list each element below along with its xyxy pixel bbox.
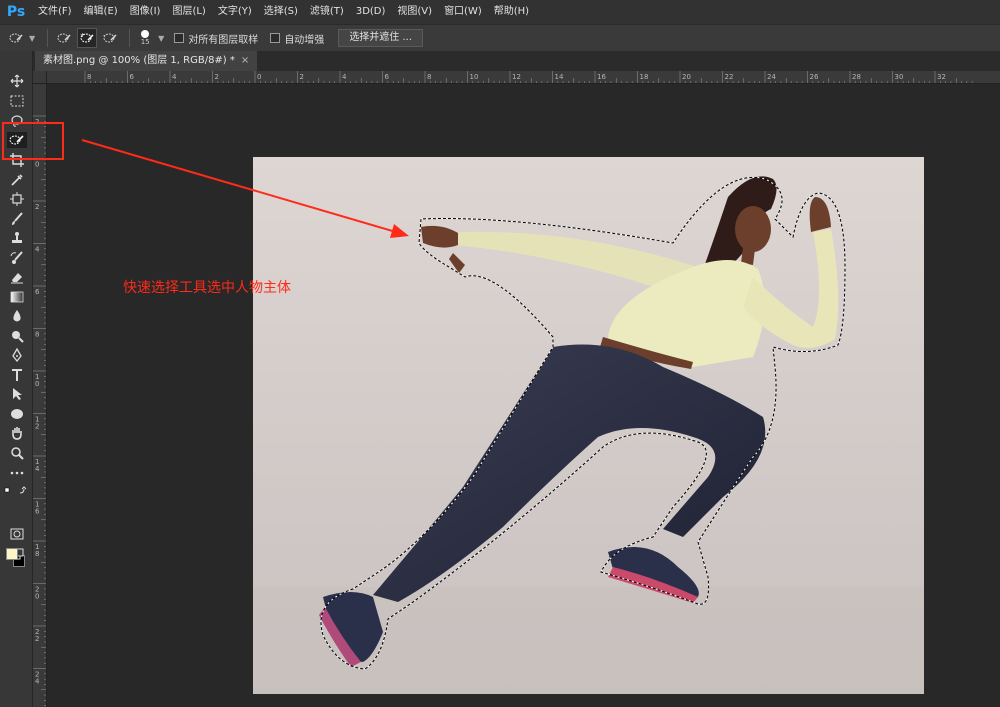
menu-filter[interactable]: 滤镜(T) — [304, 0, 350, 24]
auto-enhance-checkbox[interactable] — [270, 33, 281, 43]
history-brush-tool-icon[interactable] — [7, 250, 27, 266]
menu-view[interactable]: 视图(V) — [391, 0, 438, 24]
annotation-highlight-box — [2, 122, 64, 160]
vertical-ruler[interactable]: 2024681012141618202224 — [33, 84, 47, 707]
ruler-label: 26 — [810, 73, 819, 81]
ruler-label: 4 — [35, 678, 40, 686]
ruler-label: 12 — [512, 73, 521, 81]
marquee-tool-icon[interactable] — [7, 93, 27, 109]
ruler-label: 0 — [35, 161, 39, 169]
gradient-tool-icon[interactable] — [7, 289, 27, 305]
ruler-label: 8 — [35, 331, 39, 339]
menu-file[interactable]: 文件(F) — [32, 0, 78, 24]
ruler-label: 22 — [725, 73, 734, 81]
document-tab-title: 素材图.png @ 100% (图层 1, RGB/8#) * — [43, 55, 235, 66]
brush-size-value: 15 — [140, 37, 150, 46]
menu-type[interactable]: 文字(Y) — [212, 0, 258, 24]
tool-preset-picker-icon[interactable] — [6, 28, 26, 48]
chevron-down-icon[interactable]: ▼ — [158, 34, 164, 43]
photoshop-logo: Ps — [6, 4, 26, 20]
ruler-label: 2 — [35, 203, 39, 211]
menu-image[interactable]: 图像(I) — [124, 0, 167, 24]
document-image[interactable] — [253, 157, 924, 694]
zoom-tool-icon[interactable] — [7, 445, 27, 461]
brush-size-picker[interactable]: 15 — [136, 29, 154, 47]
sample-all-layers-checkbox[interactable] — [174, 33, 185, 43]
path-selection-tool-icon[interactable] — [7, 386, 27, 402]
new-selection-icon[interactable] — [54, 28, 74, 48]
type-tool-icon[interactable] — [7, 367, 27, 383]
annotation-label: 快速选择工具选中人物主体 — [123, 280, 291, 296]
ruler-label: 6 — [385, 73, 390, 81]
eyedropper-tool-icon[interactable] — [7, 172, 27, 188]
close-icon[interactable]: × — [241, 51, 249, 71]
ruler-label: 16 — [597, 73, 606, 81]
divider — [129, 29, 131, 47]
select-and-mask-button[interactable]: 选择并遮住 ... — [338, 29, 424, 47]
ellipse-tool-icon[interactable] — [7, 406, 27, 422]
ruler-label: 8 — [427, 73, 431, 81]
ruler-label: 10 — [470, 73, 479, 81]
menu-bar: Ps 文件(F) 编辑(E) 图像(I) 图层(L) 文字(Y) 选择(S) 滤… — [0, 0, 1000, 24]
svg-text:-: - — [103, 32, 105, 39]
move-tool-icon[interactable] — [7, 73, 27, 89]
pen-tool-icon[interactable] — [7, 347, 27, 363]
ruler-label: 14 — [555, 73, 564, 81]
ruler-label: 6 — [130, 73, 135, 81]
swap-colors-icon[interactable] — [3, 483, 29, 499]
document-tab[interactable]: 素材图.png @ 100% (图层 1, RGB/8#) * × — [35, 51, 258, 71]
menu-edit[interactable]: 编辑(E) — [78, 0, 124, 24]
divider — [47, 29, 49, 47]
ruler-label: 6 — [35, 508, 40, 516]
ruler-label: 18 — [640, 73, 649, 81]
brush-tip-icon — [141, 29, 150, 38]
ruler-label: 8 — [87, 73, 91, 81]
menu-window[interactable]: 窗口(W) — [438, 0, 488, 24]
ruler-label: 2 — [300, 73, 304, 81]
ruler-label: 32 — [937, 73, 946, 81]
ruler-label: 4 — [35, 246, 40, 254]
ruler-label: 4 — [172, 73, 177, 81]
blur-tool-icon[interactable] — [7, 308, 27, 324]
menu-layer[interactable]: 图层(L) — [166, 0, 211, 24]
quick-mask-icon[interactable] — [7, 526, 27, 542]
more-tools-icon[interactable] — [7, 465, 27, 481]
ruler-origin[interactable] — [33, 71, 47, 84]
brush-tool-icon[interactable] — [7, 211, 27, 227]
menu-help[interactable]: 帮助(H) — [488, 0, 535, 24]
ruler-label: 6 — [35, 288, 40, 296]
ruler-label: 4 — [342, 73, 347, 81]
ruler-label: 4 — [35, 465, 40, 473]
ruler-label: 8 — [35, 550, 39, 558]
ruler-label: 28 — [852, 73, 861, 81]
clone-stamp-tool-icon[interactable] — [7, 230, 27, 246]
ruler-label: 30 — [895, 73, 904, 81]
foreground-color-swatch[interactable] — [6, 548, 18, 560]
ruler-label: 2 — [215, 73, 219, 81]
ruler-label: 0 — [35, 593, 39, 601]
frame-tool-icon[interactable] — [7, 191, 27, 207]
horizontal-ruler[interactable]: 8 6 4 2 0 2 4 6 8 10 12 14 16 18 20 22 24 26 28 30 32 — [47, 71, 1000, 84]
dodge-tool-icon[interactable] — [7, 328, 27, 344]
ruler-label: 0 — [35, 380, 39, 388]
options-bar: ▼ + - 15 ▼ 对所有图层取样 自动增强 选择并遮住 ... — [0, 24, 1000, 51]
hand-tool-icon[interactable] — [7, 425, 27, 441]
ruler-label: 2 — [35, 423, 39, 431]
add-to-selection-icon[interactable]: + — [77, 28, 98, 48]
chevron-down-icon[interactable]: ▼ — [29, 34, 35, 43]
eraser-tool-icon[interactable] — [7, 269, 27, 285]
auto-enhance-label: 自动增强 — [284, 34, 325, 46]
ruler-label: 24 — [767, 73, 776, 81]
menu-select[interactable]: 选择(S) — [258, 0, 304, 24]
menu-3d[interactable]: 3D(D) — [350, 0, 392, 24]
ruler-label: 2 — [35, 635, 39, 643]
sample-all-layers-label: 对所有图层取样 — [188, 34, 259, 46]
svg-text:+: + — [80, 32, 85, 39]
ruler-label: 0 — [257, 73, 261, 81]
ruler-label: 20 — [682, 73, 691, 81]
subtract-from-selection-icon[interactable]: - — [100, 28, 120, 48]
document-tab-bar: 素材图.png @ 100% (图层 1, RGB/8#) * × — [33, 51, 1000, 71]
